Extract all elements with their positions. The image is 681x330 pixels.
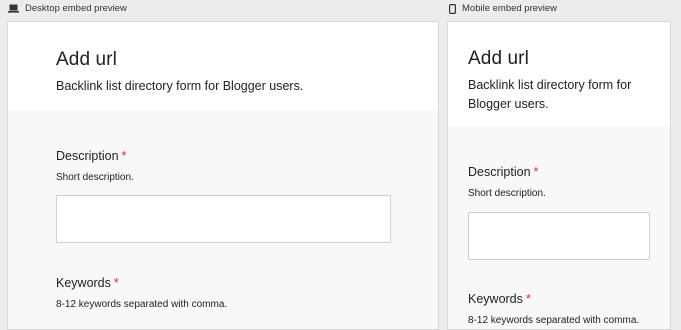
form-header: Add url Backlink list directory form for… [8,22,438,110]
mobile-preview-label-text: Mobile embed preview [462,3,558,14]
desktop-preview-frame: Add url Backlink list directory form for… [7,21,439,330]
form-title: Add url [468,48,529,69]
form-description: Backlink list directory form for Blogger… [56,79,304,93]
description-label: Description * [468,165,539,179]
desktop-preview-label: Desktop embed preview [8,3,127,14]
keywords-hint: 8-12 keywords separated with comma. [468,315,640,326]
keywords-label: Keywords * [468,292,531,306]
phone-icon [449,3,456,14]
required-marker: * [113,276,119,290]
laptop-icon [8,4,19,13]
required-marker: * [533,165,539,179]
required-marker: * [121,149,127,163]
required-marker: * [525,292,531,306]
form-header: Add url Backlink list directory form for… [448,22,670,126]
form-description: Backlink list directory form for Blogger… [468,78,632,111]
mobile-preview-frame: Add url Backlink list directory form for… [447,21,671,330]
form-title: Add url [56,49,117,70]
description-hint: Short description. [56,172,134,183]
desktop-preview-label-text: Desktop embed preview [25,3,127,14]
description-hint: Short description. [468,188,546,199]
keywords-field: Keywords * 8-12 keywords separated with c… [448,260,670,326]
keywords-label: Keywords * [56,276,119,290]
keywords-field: Keywords * 8-12 keywords separated with c… [8,243,438,310]
description-field: Description * Short description. [448,126,670,260]
description-label: Description * [56,149,127,163]
description-field: Description * Short description. [8,110,438,243]
mobile-preview-label: Mobile embed preview [449,3,557,14]
keywords-hint: 8-12 keywords separated with comma. [56,299,228,310]
description-input[interactable] [56,195,391,243]
description-input[interactable] [468,212,650,260]
